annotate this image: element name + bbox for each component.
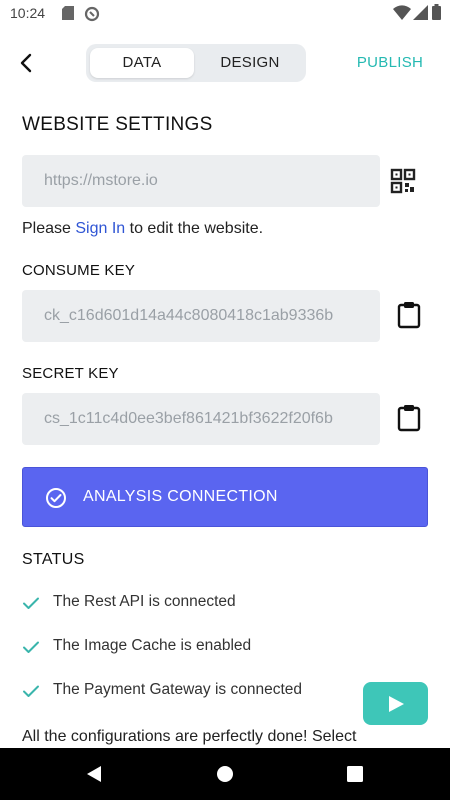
signal-icon <box>413 5 428 20</box>
check-icon <box>23 597 39 609</box>
signin-prefix: Please <box>22 220 76 237</box>
nav-recents-icon[interactable] <box>345 764 365 784</box>
check-icon <box>23 641 39 653</box>
consume-key-label: CONSUME KEY <box>22 262 136 279</box>
play-icon <box>389 696 404 712</box>
battery-icon <box>432 4 441 20</box>
secret-key-label: SECRET KEY <box>22 365 119 382</box>
app-header: DATA DESIGN PUBLISH <box>0 40 450 86</box>
tab-data[interactable]: DATA <box>90 48 194 78</box>
check-icon <box>23 685 39 697</box>
tab-design[interactable]: DESIGN <box>198 48 302 78</box>
qr-code-icon[interactable] <box>390 168 416 194</box>
publish-button[interactable]: PUBLISH <box>350 54 430 74</box>
data-design-toggle: DATA DESIGN <box>86 44 306 82</box>
consume-key-field[interactable]: ck_c16d601d14a44c8080418c1ab9336b <box>22 290 380 342</box>
analysis-connection-button[interactable]: ANALYSIS CONNECTION <box>22 467 428 527</box>
clipboard-icon[interactable] <box>396 301 422 329</box>
status-item-text: The Payment Gateway is connected <box>53 681 302 698</box>
analysis-connection-label: ANALYSIS CONNECTION <box>83 488 278 505</box>
status-item-text: The Rest API is connected <box>53 593 236 610</box>
status-time: 10:24 <box>10 5 46 21</box>
footer-message: All the configurations are perfectly don… <box>22 728 357 745</box>
sd-card-icon <box>62 6 74 20</box>
status-item-text: The Image Cache is enabled <box>53 637 252 654</box>
navigation-bar <box>0 748 450 800</box>
secret-key-field[interactable]: cs_1c11c4d0ee3bef861421bf3622f20f6b <box>22 393 380 445</box>
sync-icon <box>84 6 100 22</box>
nav-home-icon[interactable] <box>215 764 235 784</box>
clipboard-icon[interactable] <box>396 404 422 432</box>
website-url-input[interactable]: https://mstore.io <box>22 155 380 207</box>
page-title: WEBSITE SETTINGS <box>22 114 213 135</box>
back-arrow-icon[interactable] <box>14 50 40 76</box>
status-bar: 10:24 <box>0 0 450 26</box>
signin-message: Please Sign In to edit the website. <box>22 220 263 238</box>
nav-back-icon[interactable] <box>84 764 104 784</box>
status-title: STATUS <box>22 551 85 568</box>
play-button[interactable] <box>363 682 428 725</box>
signin-suffix: to edit the website. <box>125 220 264 237</box>
signin-link[interactable]: Sign In <box>75 220 125 237</box>
check-circle-icon <box>46 488 66 508</box>
wifi-icon <box>393 5 411 20</box>
